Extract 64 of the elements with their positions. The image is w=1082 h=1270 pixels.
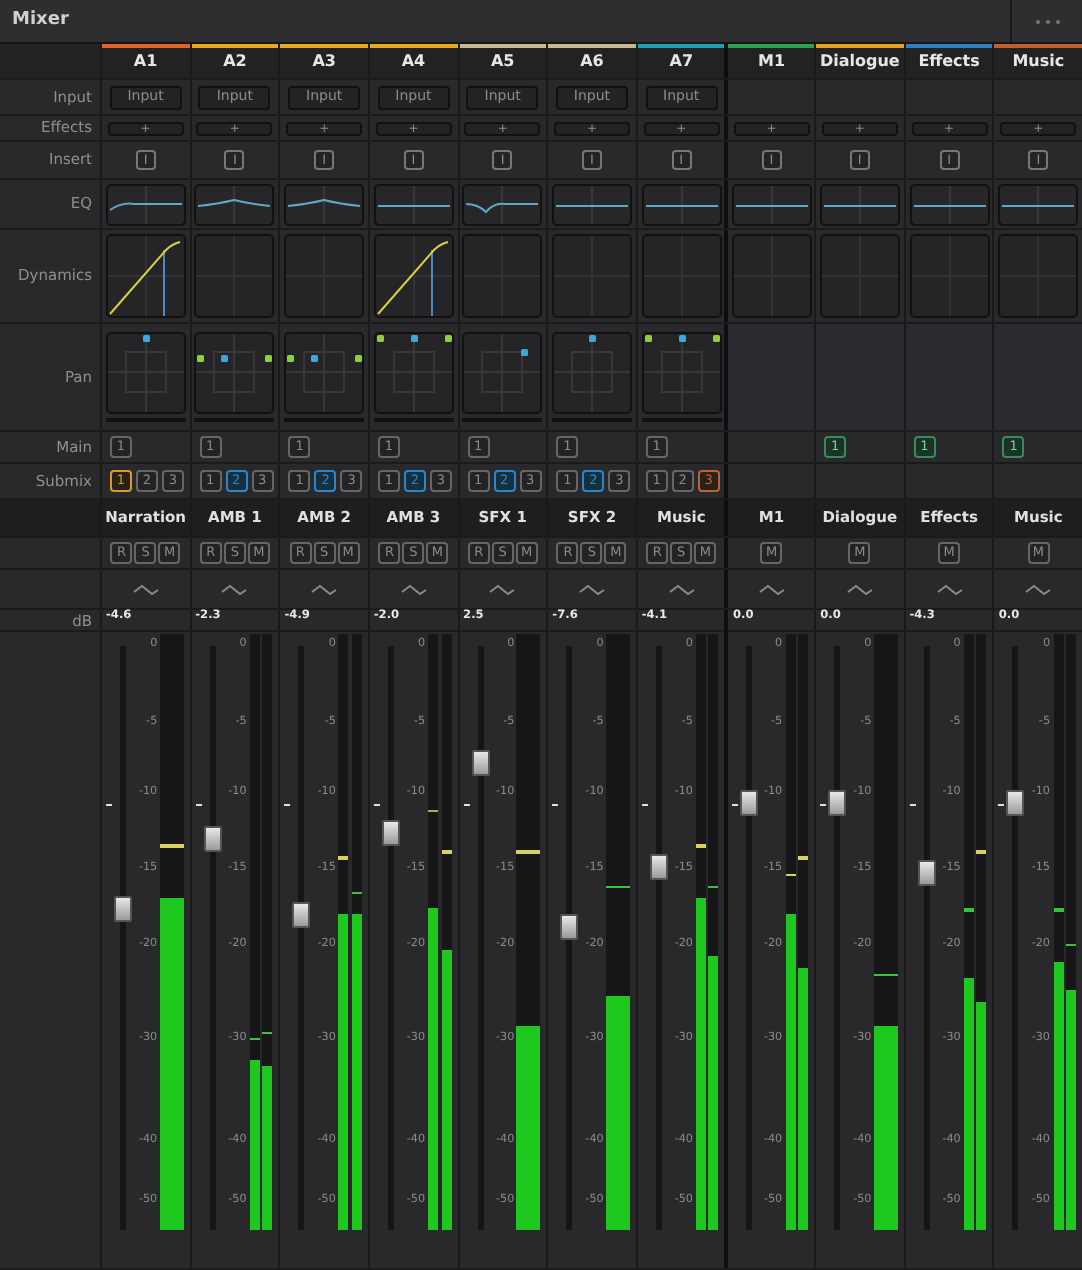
window-title: Mixer: [10, 7, 69, 34]
pan-graph: [373, 332, 454, 422]
unity-mark: [195, 803, 202, 806]
dynamics-graph: [551, 234, 632, 318]
dynamics-graph: [731, 234, 812, 318]
pan-graph: [641, 332, 722, 422]
unity-mark: [732, 803, 739, 806]
automation-curve-icon: [131, 581, 160, 597]
automation-curve-icon: [935, 581, 964, 597]
pan-graph: [551, 332, 632, 422]
fader-thumb[interactable]: [649, 854, 668, 881]
fader-thumb[interactable]: [1006, 790, 1025, 817]
fader-thumb[interactable]: [292, 901, 311, 928]
channel-name: Music: [1012, 49, 1065, 73]
channel-name: A4: [401, 49, 426, 73]
dynamics-graph: [641, 234, 722, 318]
automation-curve-icon: [577, 581, 606, 597]
pan-graph: [105, 332, 186, 422]
dynamics-graph: [462, 234, 543, 318]
unity-mark: [998, 803, 1005, 806]
fader-thumb[interactable]: [560, 913, 579, 940]
automation-curve-icon: [399, 581, 428, 597]
fader-thumb[interactable]: [114, 895, 132, 922]
dynamics-graph: [998, 234, 1079, 318]
dynamics-graph: [373, 234, 454, 318]
fader-thumb[interactable]: [828, 790, 847, 817]
automation-curve-icon: [757, 581, 786, 597]
dynamics-graph: [194, 234, 275, 318]
dynamics-graph: [284, 234, 365, 318]
fader-thumb[interactable]: [381, 819, 400, 846]
automation-curve-icon: [1024, 581, 1053, 597]
unity-mark: [552, 803, 559, 806]
automation-curve-icon: [667, 581, 696, 597]
fader-thumb[interactable]: [471, 749, 490, 776]
unity-mark: [641, 803, 648, 806]
channel-name: A1: [133, 49, 158, 73]
channel-name: A6: [580, 49, 604, 73]
dynamics-graph: [819, 234, 900, 318]
automation-curve-icon: [845, 581, 874, 597]
dynamics-graph: [105, 234, 186, 318]
automation-curve-icon: [488, 581, 517, 597]
pan-graph: [194, 332, 275, 422]
unity-mark: [106, 803, 112, 806]
more-icon: [1033, 17, 1061, 25]
channel-name: Dialogue: [819, 49, 900, 73]
channel-name: A3: [312, 49, 336, 73]
unity-mark: [284, 803, 291, 806]
dynamics-graph: [909, 234, 990, 318]
pan-graph: [284, 332, 365, 422]
unity-mark: [463, 803, 470, 806]
channel-name: M1: [758, 49, 786, 73]
pan-graph: [462, 332, 543, 422]
channel-name: Effects: [918, 49, 980, 73]
unity-mark: [373, 803, 380, 806]
automation-curve-icon: [220, 581, 249, 597]
channel-name: A5: [490, 49, 515, 73]
channel-name: A2: [223, 49, 247, 73]
fader-thumb[interactable]: [740, 790, 759, 817]
unity-mark: [820, 803, 827, 806]
fader-thumb[interactable]: [917, 860, 936, 887]
fader-thumb[interactable]: [203, 825, 222, 852]
unity-mark: [909, 803, 916, 806]
channel-name: A7: [669, 49, 694, 73]
automation-curve-icon: [310, 581, 339, 597]
